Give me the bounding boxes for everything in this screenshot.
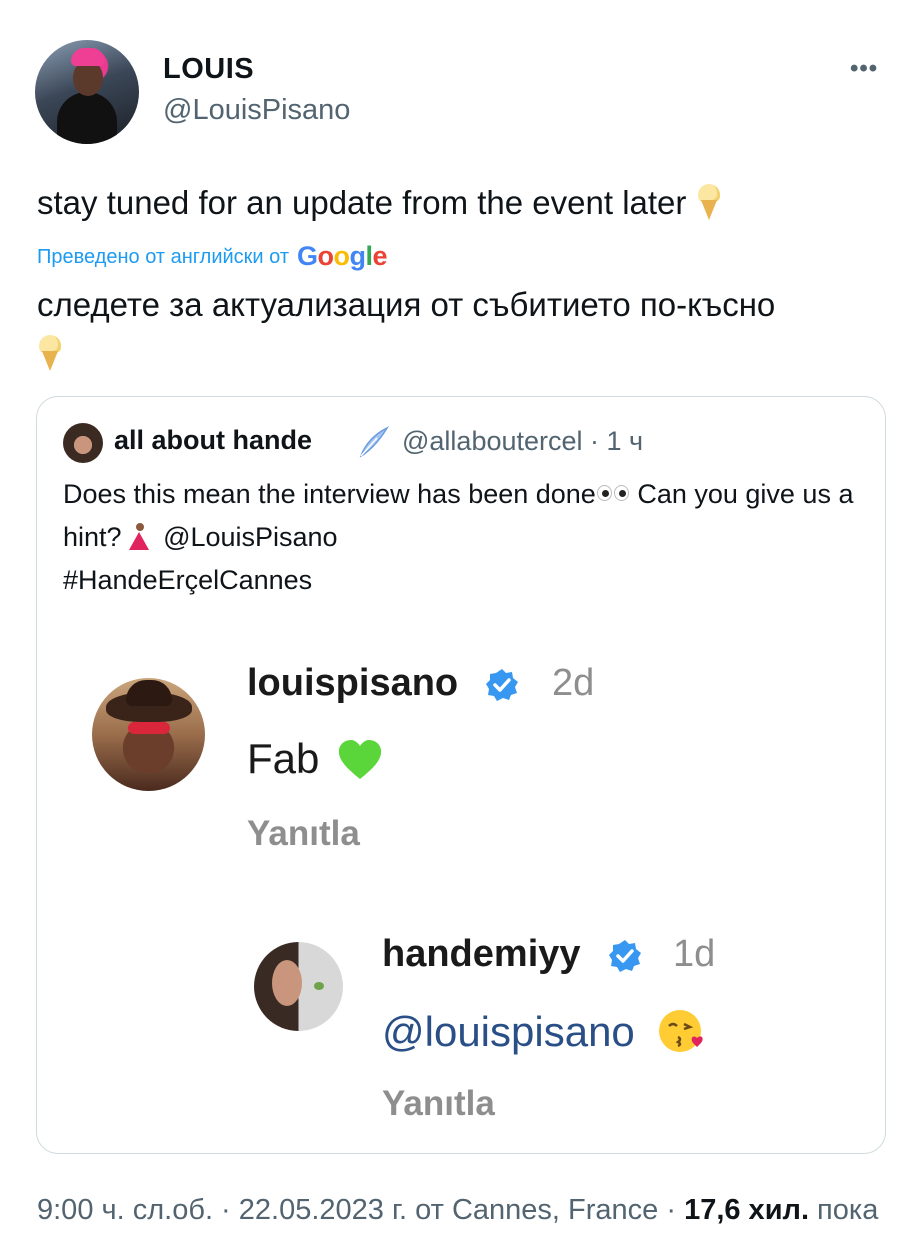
google-logo-letter: l <box>365 241 374 271</box>
google-logo-letter: g <box>349 241 367 271</box>
translated-by-link[interactable]: Преведено от английски от Google <box>37 241 388 272</box>
comment-text-content: Fab <box>247 735 320 782</box>
reply-label: Yanıtla <box>247 814 360 853</box>
avatar-coat <box>57 92 117 144</box>
verified-badge-icon <box>609 940 641 972</box>
translated-by-label: Преведено от английски от <box>37 246 289 268</box>
comet-emoji-icon <box>359 426 389 458</box>
commenter-avatar-louispisano <box>92 678 205 791</box>
dancer-emoji-icon <box>126 522 152 552</box>
translated-text-content: следете за актуализация от събитието по-… <box>37 286 776 323</box>
ice-cream-emoji-icon <box>37 335 63 373</box>
google-logo-letter: G <box>296 241 318 271</box>
avatar-hair <box>71 48 105 66</box>
face-blowing-kiss-emoji-icon <box>659 1010 704 1052</box>
reply-time: 1d <box>673 933 716 975</box>
google-logo-letter: o <box>333 241 351 271</box>
quoted-author-name: all about hande <box>114 425 313 455</box>
green-heart-emoji-icon <box>338 740 382 779</box>
comment-username: louispisano <box>247 662 459 704</box>
timestamp-location[interactable]: 9:00 ч. сл.об. · 22.05.2023 г. от Cannes… <box>37 1194 684 1226</box>
quoted-text-1: Does this mean the interview has been do… <box>63 479 596 509</box>
reply-username: handemiyy <box>382 933 581 975</box>
views-label: пока <box>809 1194 879 1226</box>
tweet-metadata: 9:00 ч. сл.об. · 22.05.2023 г. от Cannes… <box>37 1194 878 1227</box>
views-count: 17,6 хил. <box>684 1194 809 1226</box>
ice-cream-emoji-icon <box>696 184 722 222</box>
reply-mention: @louispisano <box>382 1008 635 1055</box>
author-display-name[interactable]: LOUIS <box>163 53 254 86</box>
tweet-text: stay tuned for an update from the event … <box>37 181 722 225</box>
reply-text: @louispisano <box>382 1006 706 1056</box>
quoted-author-avatar <box>63 423 103 463</box>
translated-text: следете за актуализация от събитието по-… <box>37 280 877 378</box>
eyes-emoji-icon <box>596 485 630 501</box>
google-logo-letter: o <box>317 241 335 271</box>
tweet-text-content: stay tuned for an update from the event … <box>37 184 687 221</box>
quoted-mention[interactable]: @LouisPisano <box>156 522 338 552</box>
verified-badge-icon <box>486 669 518 701</box>
comment-text: Fab <box>247 735 383 783</box>
comment-time: 2d <box>552 662 595 704</box>
author-handle[interactable]: @LouisPisano <box>163 94 350 127</box>
google-logo-icon: Google <box>296 241 388 271</box>
quoted-handle-time: @allaboutercel · 1 ч <box>402 426 644 456</box>
author-avatar[interactable] <box>35 40 139 144</box>
reply-label: Yanıtla <box>382 1084 495 1123</box>
quoted-tweet-text: Does this mean the interview has been do… <box>63 473 863 602</box>
google-logo-letter: e <box>372 241 388 271</box>
quoted-hashtag[interactable]: #HandeErçelCannes <box>63 565 312 595</box>
more-horizontal-icon[interactable]: ••• <box>850 55 878 83</box>
commenter-avatar-handemiyy <box>254 942 343 1031</box>
